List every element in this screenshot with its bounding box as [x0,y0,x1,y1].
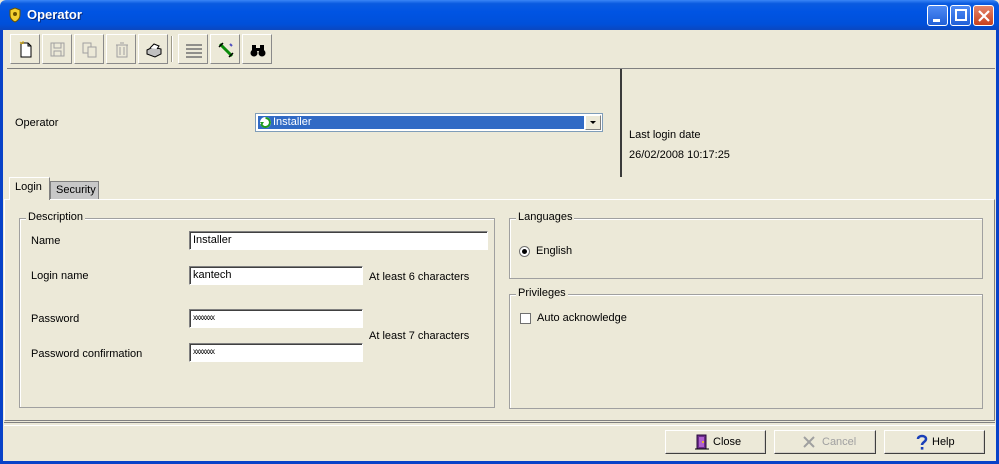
copy-button[interactable] [74,34,104,64]
bottom-separator [4,422,995,426]
english-label: English [536,245,573,257]
operator-label: Operator [15,117,59,129]
password-confirmation-label: Password confirmation [31,348,143,360]
close-window-button[interactable] [973,5,994,26]
toolbar [8,33,274,65]
binoculars-icon [250,45,266,57]
languages-legend: Languages [516,211,575,223]
print-button[interactable] [138,34,168,64]
minimize-button[interactable] [927,5,948,26]
password-confirmation-field[interactable]: xxxxxxx [189,343,363,362]
login-name-label: Login name [31,270,89,282]
header-divider [620,69,622,177]
operator-window: Operator Operator Installer Last login d… [0,0,999,464]
help-button-label: Help [932,436,955,448]
help-button[interactable]: Help [884,430,985,454]
shield-icon [9,7,21,23]
radio-selected-dot [522,249,527,254]
name-label: Name [31,235,61,247]
close-icon [978,10,990,22]
print-icon [146,43,162,58]
delete-button[interactable] [106,34,136,64]
maximize-icon [955,9,967,21]
save-icon [50,42,65,57]
operator-select[interactable]: Installer [255,113,603,132]
maximize-button[interactable] [950,5,971,26]
minimize-icon [933,19,940,22]
link-button[interactable] [210,34,240,64]
delete-icon [116,42,128,58]
operator-selected-item: Installer [258,116,584,129]
find-button[interactable] [242,34,272,64]
window-title: Operator [27,7,82,22]
tab-login-label: Login [15,181,42,193]
window-frame-left [0,30,3,464]
list-icon [186,44,202,58]
description-legend: Description [26,211,86,223]
auto-acknowledge-label: Auto acknowledge [537,312,627,324]
cancel-button-label: Cancel [822,436,857,448]
privileges-legend: Privileges [516,287,568,299]
english-radio[interactable] [519,246,530,257]
cancel-x-icon [803,436,815,448]
auto-acknowledge-checkbox[interactable] [520,313,531,324]
cancel-button[interactable]: Cancel [774,430,876,454]
door-icon [695,434,709,450]
tab-security-label: Security [56,184,96,196]
new-icon [19,41,32,58]
save-button[interactable] [42,34,72,64]
last-login-value: 26/02/2008 10:17:25 [629,149,730,161]
close-button[interactable]: Close [665,430,766,454]
new-button[interactable] [10,34,40,64]
password-hint: At least 7 characters [369,330,470,342]
dropdown-button[interactable] [585,115,601,130]
operator-recycle-icon [260,117,271,128]
link-icon [218,42,234,58]
chevron-down-icon [590,121,596,124]
list-button[interactable] [178,34,208,64]
languages-group: Languages [509,211,983,279]
toolbar-separator [171,36,173,62]
title-bar[interactable]: Operator [0,0,999,30]
close-button-label: Close [713,436,742,448]
login-name-hint: At least 6 characters [369,271,470,283]
password-field[interactable]: xxxxxxx [189,309,363,328]
copy-icon [82,42,97,58]
name-field[interactable]: Installer [189,231,488,250]
operator-value: Installer [273,116,312,128]
tab-login[interactable]: Login [9,177,50,200]
login-name-field[interactable]: kantech [189,266,363,285]
tab-security[interactable]: Security [50,181,99,199]
password-label: Password [31,313,80,325]
help-question-icon [916,434,928,450]
last-login-label: Last login date [629,129,701,141]
